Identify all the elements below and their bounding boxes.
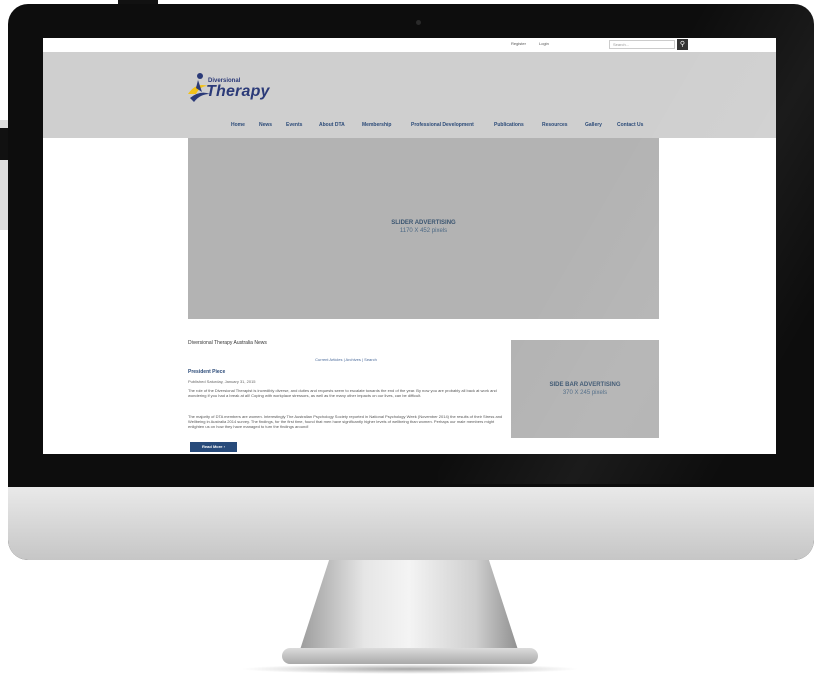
nav-item-events[interactable]: Events xyxy=(286,122,302,128)
nav-item-resources[interactable]: Resources xyxy=(542,122,568,128)
news-links[interactable]: Current Articles | Archives | Search xyxy=(188,357,504,362)
sidebar-ad-subtitle: 370 X 245 pixels xyxy=(562,390,608,396)
logo-text-big: Therapy xyxy=(206,83,270,100)
site-logo[interactable]: Diversional Therapy xyxy=(186,70,269,106)
search-button[interactable]: ⚲ xyxy=(677,39,688,50)
search-input[interactable]: Search... xyxy=(609,40,675,49)
sidebar-ad-title: SIDE BAR ADVERTISING xyxy=(549,382,621,388)
monitor-chin xyxy=(8,487,814,560)
monitor-bezel: Register Login Search... ⚲ Diversional T… xyxy=(8,4,814,560)
camera-dot xyxy=(416,20,421,25)
nav-item-publications[interactable]: Publications xyxy=(494,122,524,128)
register-link[interactable]: Register xyxy=(511,41,526,46)
nav-item-about[interactable]: About DTA xyxy=(319,122,345,128)
read-more-button[interactable]: Read More › xyxy=(190,442,237,452)
post-date: Published Saturday, January 31, 2015 xyxy=(188,379,256,384)
post-paragraph-2: The majority of DTA members are women. I… xyxy=(188,414,503,429)
site-header: Diversional Therapy Home News Events Abo… xyxy=(43,52,776,138)
nav-item-news[interactable]: News xyxy=(259,122,272,128)
utility-bar: Register Login Search... ⚲ xyxy=(43,38,776,52)
slider-advertising[interactable]: SLIDER ADVERTISING 1170 X 452 pixels xyxy=(188,138,659,319)
search-icon: ⚲ xyxy=(679,41,686,48)
post-paragraph-1: The role of the Diversional Therapist is… xyxy=(188,388,497,398)
nav-item-home[interactable]: Home xyxy=(231,122,245,128)
main-nav: Home News Events About DTA Membership Pr… xyxy=(43,122,776,130)
news-section-title: Diversional Therapy Australia News xyxy=(188,340,267,346)
nav-item-professional-development[interactable]: Professional Development xyxy=(411,122,474,128)
login-link[interactable]: Login xyxy=(539,41,549,46)
nav-item-contact[interactable]: Contact Us xyxy=(617,122,643,128)
monitor-shadow xyxy=(240,664,580,674)
slider-title: SLIDER ADVERTISING xyxy=(391,220,456,226)
nav-item-membership[interactable]: Membership xyxy=(362,122,391,128)
slider-subtitle: 1170 X 452 pixels xyxy=(399,228,448,234)
monitor-base xyxy=(282,648,538,664)
monitor-screen: Register Login Search... ⚲ Diversional T… xyxy=(43,38,776,454)
sidebar-advertising[interactable]: SIDE BAR ADVERTISING 370 X 245 pixels xyxy=(511,340,659,438)
nav-item-gallery[interactable]: Gallery xyxy=(585,122,602,128)
monitor-stand xyxy=(298,560,520,656)
post-title[interactable]: President Piece xyxy=(188,369,225,375)
